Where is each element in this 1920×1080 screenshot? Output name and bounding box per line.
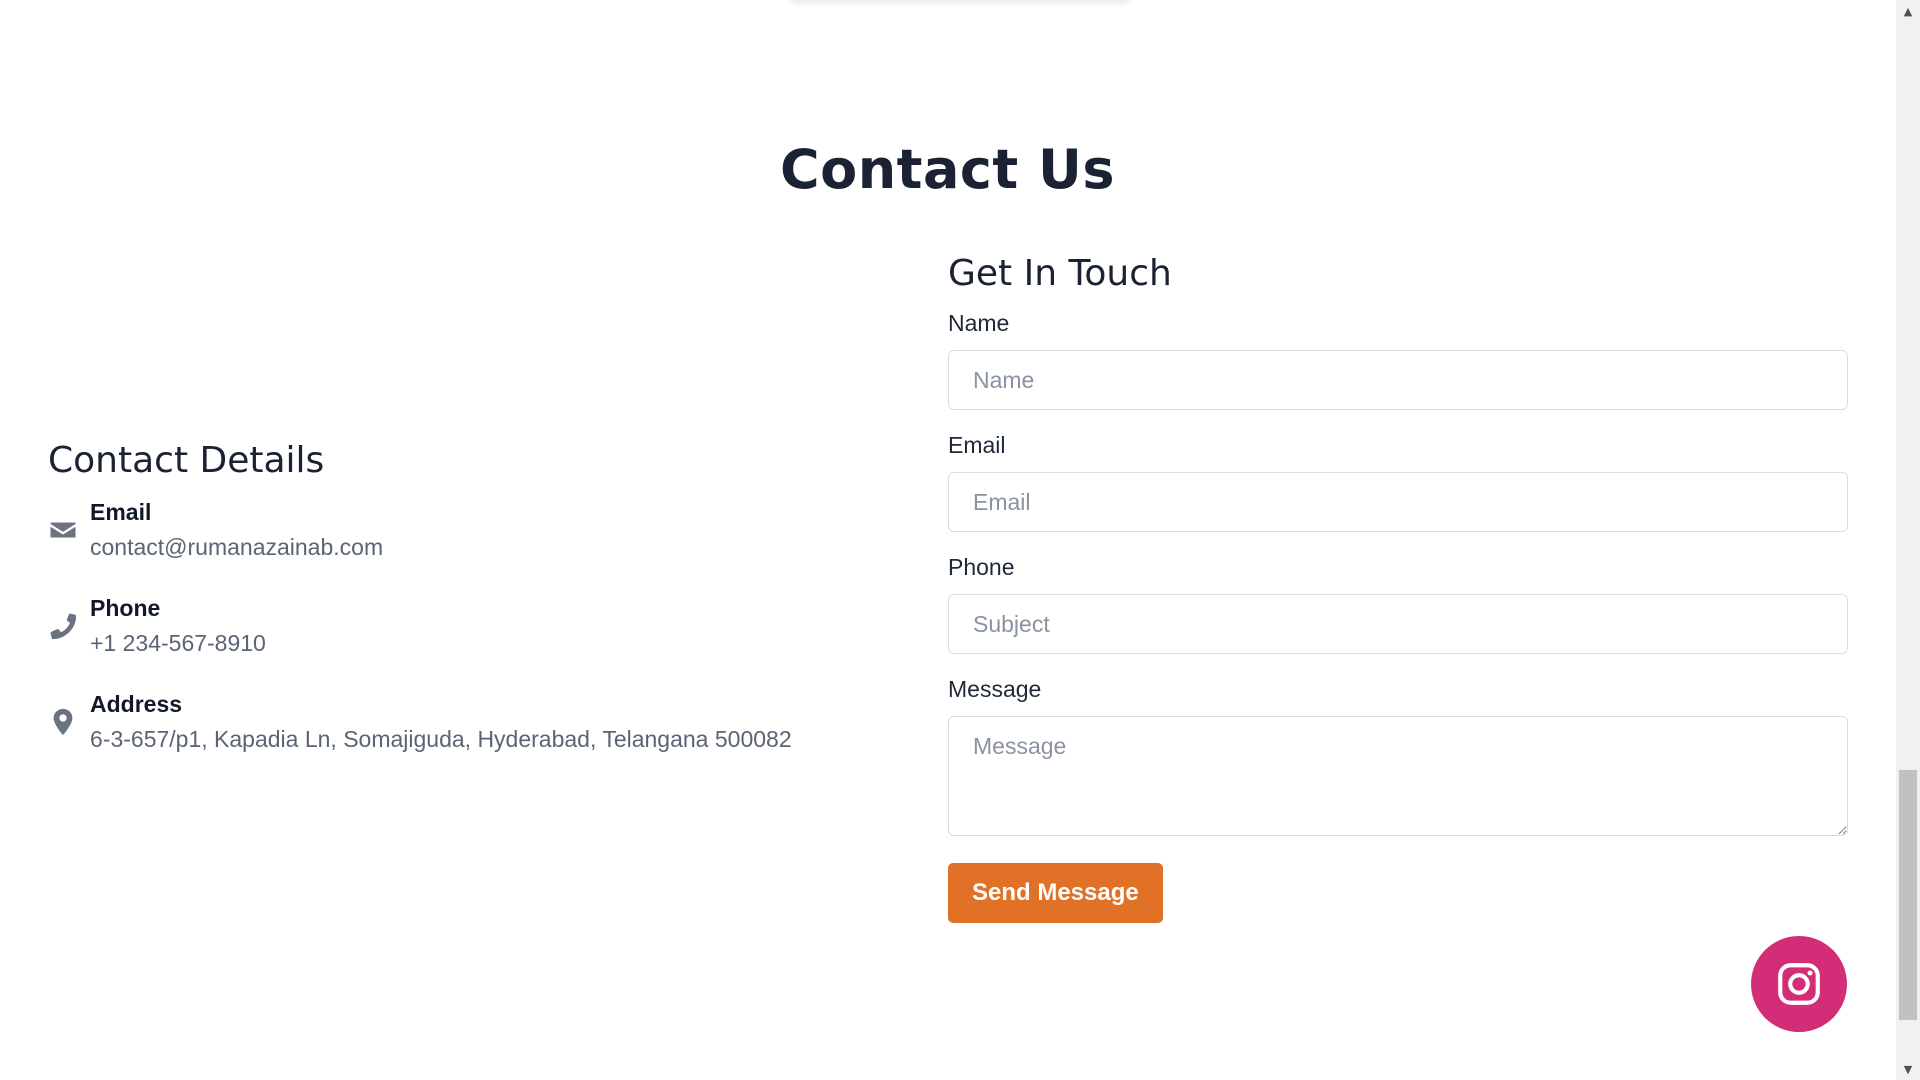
detail-phone-value[interactable]: +1 234-567-8910: [90, 623, 898, 663]
phone-field-group: Phone: [948, 552, 1848, 654]
detail-address: Address 6-3-657/p1, Kapadia Ln, Somajigu…: [48, 689, 898, 759]
scrollbar[interactable]: ▲ ▼: [1896, 0, 1920, 1080]
contact-details-heading: Contact Details: [48, 440, 325, 481]
map-pin-icon: [48, 707, 78, 737]
page-title: Contact Us: [779, 138, 1116, 201]
message-textarea[interactable]: [948, 716, 1848, 836]
detail-email: Email contact@rumanazainab.com: [48, 497, 898, 567]
form-heading: Get In Touch: [948, 253, 1172, 294]
phone-label: Phone: [948, 554, 1015, 580]
contact-page: Contact Us Contact Details Email contact…: [0, 0, 1920, 1080]
detail-email-value[interactable]: contact@rumanazainab.com: [90, 527, 898, 567]
name-field-group: Name: [948, 308, 1848, 410]
name-input[interactable]: [948, 350, 1848, 410]
instagram-button[interactable]: [1751, 936, 1847, 1032]
instagram-icon: [1778, 963, 1820, 1005]
email-input[interactable]: [948, 472, 1848, 532]
detail-phone: Phone +1 234-567-8910: [48, 593, 898, 663]
scroll-up-arrow[interactable]: ▲: [1896, 0, 1920, 22]
scrollbar-thumb[interactable]: [1899, 770, 1917, 1020]
detail-phone-label: Phone: [90, 595, 161, 621]
email-field-group: Email: [948, 430, 1848, 532]
envelope-icon: [48, 515, 78, 545]
name-label: Name: [948, 310, 1010, 336]
phone-icon: [48, 611, 78, 641]
contact-form: Get In Touch Name Email Phone Message Se…: [948, 252, 1848, 923]
detail-address-label: Address: [90, 691, 183, 717]
scroll-down-arrow[interactable]: ▼: [1896, 1058, 1920, 1080]
email-label: Email: [948, 432, 1006, 458]
message-field-group: Message: [948, 674, 1848, 841]
phone-input[interactable]: [948, 594, 1848, 654]
message-label: Message: [948, 676, 1042, 702]
send-message-button[interactable]: Send Message: [948, 863, 1163, 923]
contact-details: Contact Details Email contact@rumanazain…: [48, 440, 898, 785]
detail-address-value: 6-3-657/p1, Kapadia Ln, Somajiguda, Hyde…: [90, 726, 792, 752]
detail-email-label: Email: [90, 499, 152, 525]
